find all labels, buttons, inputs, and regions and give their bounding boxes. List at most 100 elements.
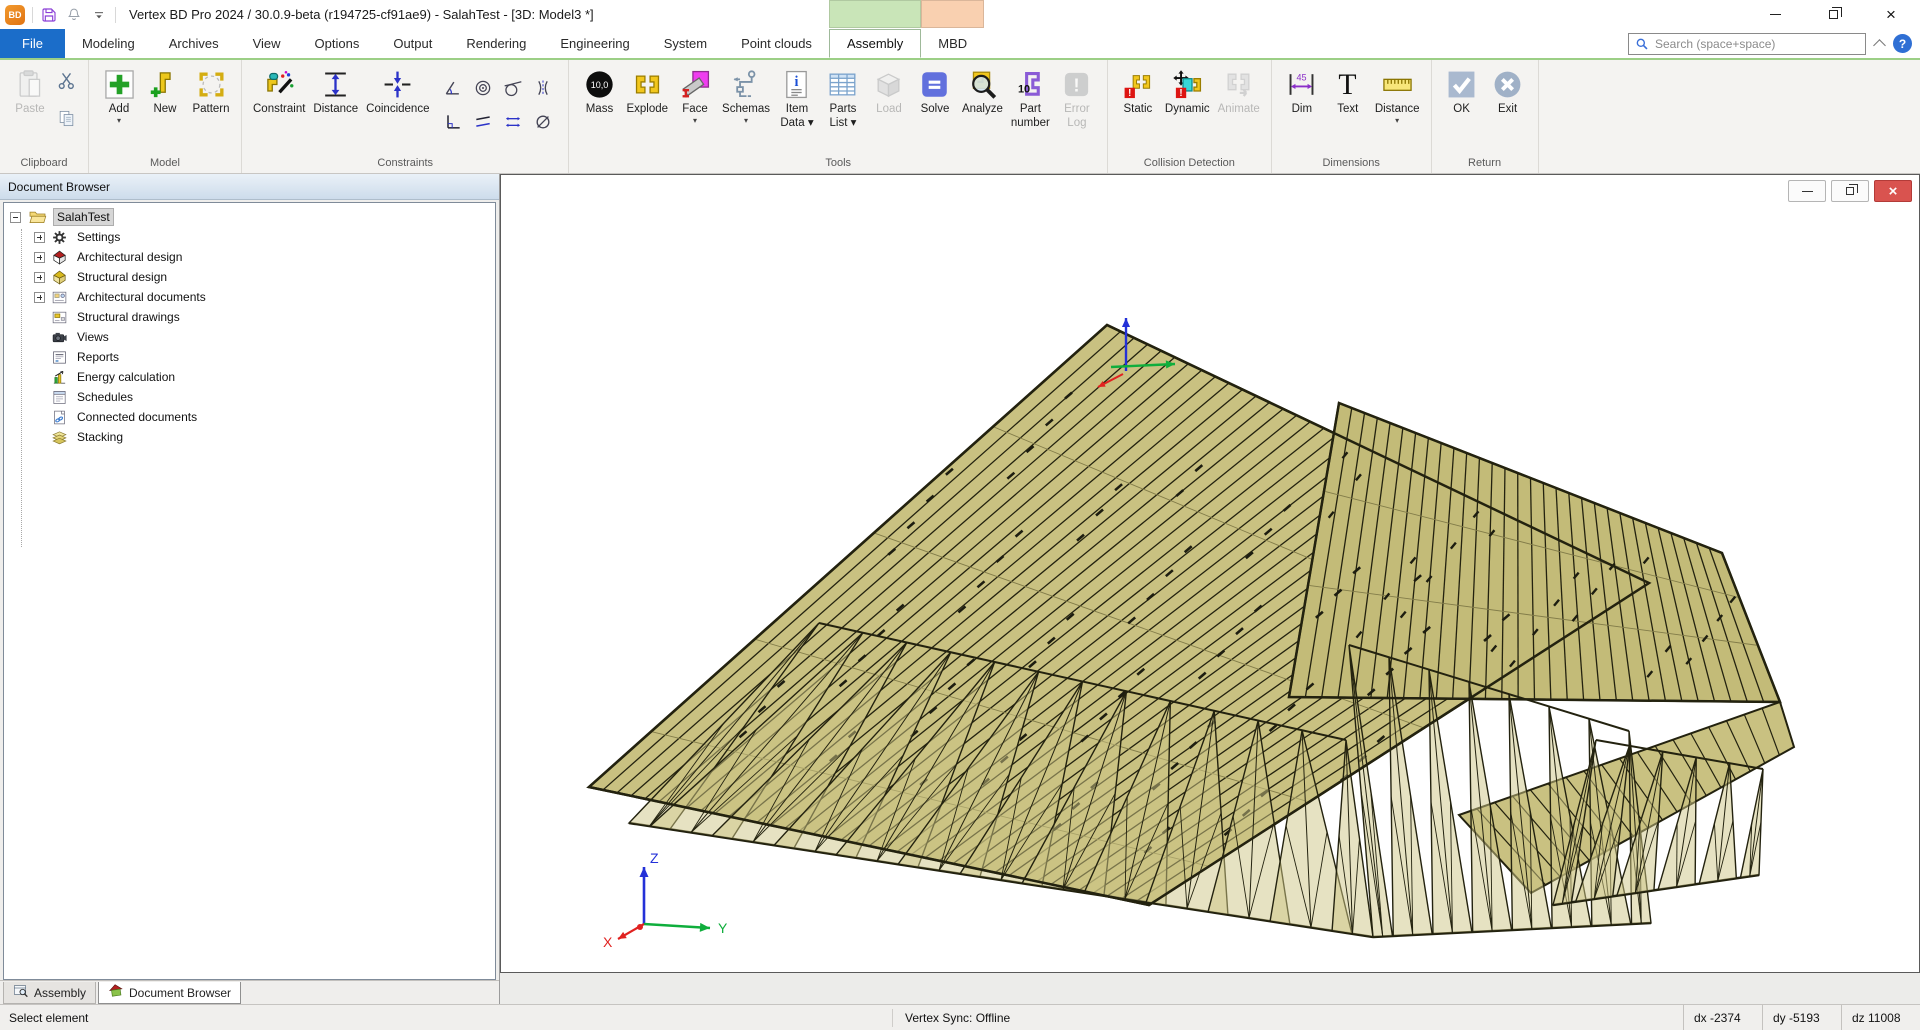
ruler-icon — [1382, 65, 1413, 103]
copy-button[interactable] — [55, 107, 77, 129]
tree-item-architectural-documents[interactable]: Architectural documents — [4, 287, 495, 307]
document-close-button[interactable]: × — [1874, 180, 1912, 202]
window-close-button[interactable]: × — [1862, 0, 1920, 29]
ok-button[interactable]: OK — [1439, 63, 1485, 119]
text-button[interactable]: TText — [1325, 63, 1371, 119]
help-button[interactable]: ? — [1893, 34, 1912, 53]
tab-archives[interactable]: Archives — [152, 29, 236, 58]
expand-toggle-plus[interactable] — [34, 272, 45, 283]
tree-item-schedules[interactable]: Schedules — [4, 387, 495, 407]
tab-engineering[interactable]: Engineering — [543, 29, 646, 58]
tab-mbd[interactable]: MBD — [921, 29, 984, 58]
tab-system[interactable]: System — [647, 29, 724, 58]
tree-item-reports[interactable]: Reports — [4, 347, 495, 367]
explode-icon — [632, 65, 663, 103]
solve-button[interactable]: Solve — [912, 63, 958, 119]
concentric-constraint-button[interactable] — [471, 75, 495, 101]
bottom-tab-label: Document Browser — [129, 986, 231, 1000]
tab-output[interactable]: Output — [376, 29, 449, 58]
animate-icon — [1223, 65, 1254, 103]
dim-icon: 45 — [1286, 65, 1317, 103]
new-button[interactable]: New — [142, 63, 188, 119]
parts-list-button[interactable]: PartsList ▾ — [820, 63, 866, 132]
face-button[interactable]: Face▾ — [672, 63, 718, 127]
dynamic-button[interactable]: !Dynamic — [1161, 63, 1214, 119]
search-input[interactable] — [1655, 37, 1859, 51]
distance-button[interactable]: Distance▾ — [1371, 63, 1424, 127]
tree-item-architectural-design[interactable]: Architectural design — [4, 247, 495, 267]
collapse-ribbon-chevron-icon[interactable] — [1873, 39, 1886, 52]
exit-button[interactable]: Exit — [1485, 63, 1531, 119]
window-restore-button[interactable] — [1804, 0, 1862, 29]
dim-button[interactable]: 45Dim — [1279, 63, 1325, 119]
document-restore-button[interactable] — [1831, 180, 1869, 202]
button-label: Paste — [15, 103, 44, 117]
tree-item-views[interactable]: Views — [4, 327, 495, 347]
tab-options[interactable]: Options — [298, 29, 377, 58]
schemas-icon — [731, 65, 762, 103]
tree-item-connected-documents[interactable]: Connected documents — [4, 407, 495, 427]
window-minimize-button[interactable] — [1746, 0, 1804, 29]
item-data-button[interactable]: iItemData ▾ — [774, 63, 820, 132]
part-number-button[interactable]: 10Partnumber — [1007, 63, 1054, 132]
status-dy: dy -5193 — [1762, 1005, 1841, 1030]
ribbon-group-clipboard: PasteClipboard — [0, 60, 89, 173]
button-label: Part — [1020, 103, 1041, 117]
expand-toggle-plus[interactable] — [34, 232, 45, 243]
svg-text:X: X — [603, 934, 613, 950]
symmetric-constraint-button[interactable] — [531, 75, 555, 101]
tree-item-label: Structural drawings — [74, 309, 183, 325]
tab-rendering[interactable]: Rendering — [449, 29, 543, 58]
button-label: Schemas — [722, 103, 770, 117]
notifications-bell-icon[interactable] — [65, 6, 83, 24]
button-label: Load — [876, 103, 902, 117]
expand-toggle-plus[interactable] — [34, 252, 45, 263]
customize-toolbar-dropdown-icon[interactable] — [90, 6, 108, 24]
perpendicular-constraint-button[interactable] — [441, 109, 465, 135]
distance-button[interactable]: Distance — [309, 63, 362, 119]
free-constraint-button[interactable] — [531, 109, 555, 135]
panel-header: Document Browser — [0, 174, 499, 200]
analyze-button[interactable]: Analyze — [958, 63, 1007, 119]
model-viewport[interactable]: ZYX × — [500, 174, 1920, 973]
static-button[interactable]: !Static — [1115, 63, 1161, 119]
parallel-constraint-button[interactable] — [471, 109, 495, 135]
button-label: Dim — [1292, 103, 1312, 117]
bottom-tab-assembly[interactable]: Assembly — [3, 982, 96, 1004]
expand-toggle-plus[interactable] — [34, 292, 45, 303]
add-button[interactable]: Add▾ — [96, 63, 142, 127]
tree-item-salahtest[interactable]: SalahTest — [4, 207, 495, 227]
tab-modeling[interactable]: Modeling — [65, 29, 152, 58]
schemas-button[interactable]: Schemas▾ — [718, 63, 774, 127]
mass-button[interactable]: 10,0Mass — [576, 63, 622, 119]
tab-file[interactable]: File — [0, 29, 65, 58]
bottom-tab-document-browser[interactable]: Document Browser — [98, 982, 241, 1004]
button-label: Mass — [586, 103, 613, 117]
save-icon[interactable] — [40, 6, 58, 24]
equal-length-constraint-button[interactable] — [501, 109, 525, 135]
constraint-button[interactable]: Constraint — [249, 63, 309, 119]
expand-spacer — [34, 332, 45, 343]
tree-item-stacking[interactable]: Stacking — [4, 427, 495, 447]
tab-view[interactable]: View — [236, 29, 298, 58]
search-box[interactable] — [1628, 33, 1866, 55]
tree-item-settings[interactable]: Settings — [4, 227, 495, 247]
angle-constraint-button[interactable] — [441, 75, 465, 101]
tree-item-energy-calculation[interactable]: Energy calculation — [4, 367, 495, 387]
pattern-button[interactable]: Pattern — [188, 63, 234, 119]
error-log-icon: ! — [1061, 65, 1092, 103]
explode-button[interactable]: Explode — [622, 63, 672, 119]
tree-item-structural-drawings[interactable]: Structural drawings — [4, 307, 495, 327]
tab-point-clouds[interactable]: Point clouds — [724, 29, 829, 58]
document-minimize-button[interactable] — [1788, 180, 1826, 202]
expand-toggle-minus[interactable] — [10, 212, 21, 223]
title-bar: BD Vertex BD Pro 2024 / 30.0.9-beta (r19… — [0, 0, 1920, 29]
tree-item-structural-design[interactable]: Structural design — [4, 267, 495, 287]
tab-assembly[interactable]: Assembly — [829, 29, 921, 58]
svg-text:!: ! — [1129, 88, 1132, 99]
coincidence-button[interactable]: Coincidence — [362, 63, 433, 119]
3d-model-canvas[interactable]: ZYX — [501, 175, 1919, 972]
constraint-mini-buttons — [441, 75, 555, 135]
cut-button[interactable] — [55, 69, 77, 91]
tangent-constraint-button[interactable] — [501, 75, 525, 101]
